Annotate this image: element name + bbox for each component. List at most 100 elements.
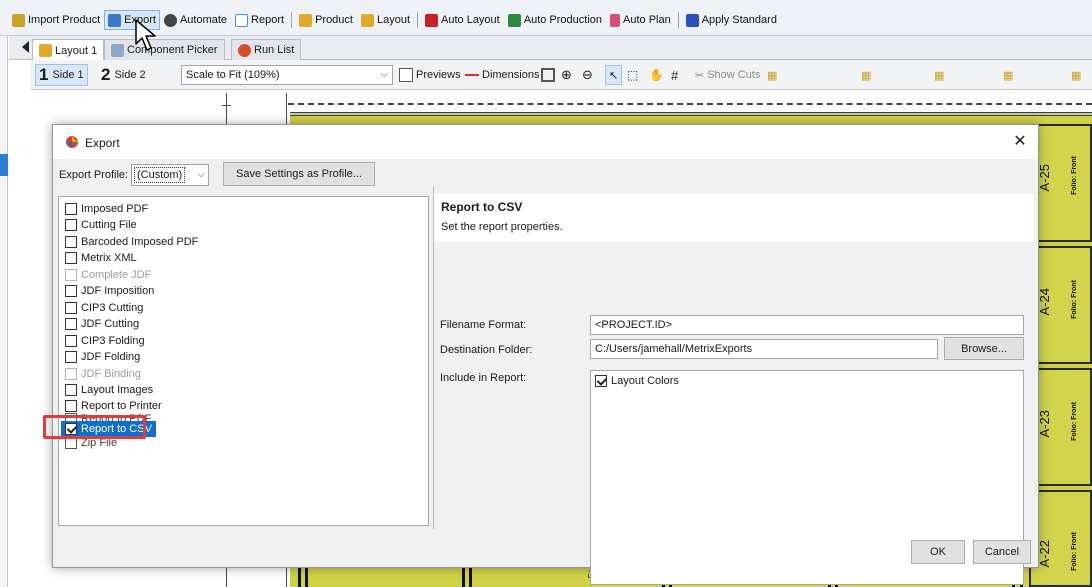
- previews-button[interactable]: Previews: [399, 65, 461, 85]
- align-icon[interactable]: ▦: [861, 65, 871, 85]
- option-metrix-xml[interactable]: Metrix XML: [65, 250, 137, 266]
- option-jdf-folding[interactable]: JDF Folding: [65, 349, 140, 365]
- option-label: CIP3 Cutting: [81, 302, 144, 314]
- product-button[interactable]: Product: [295, 10, 357, 30]
- automate-button[interactable]: Automate: [160, 10, 231, 30]
- align-icon[interactable]: ▦: [767, 65, 777, 85]
- tab-scroll-left-icon[interactable]: [22, 41, 29, 53]
- previews-icon: [399, 68, 413, 82]
- show-cuts-button[interactable]: ✂ Show Cuts: [695, 65, 760, 85]
- option-imposed-pdf[interactable]: Imposed PDF: [65, 201, 148, 217]
- option-label: Complete JDF: [81, 269, 152, 281]
- panel-folio: Folio: Front: [1071, 532, 1078, 571]
- pan-hand-icon[interactable]: ✋: [649, 65, 664, 85]
- select-tool-icon[interactable]: ↖: [605, 65, 623, 85]
- close-icon[interactable]: ✕: [1008, 131, 1032, 153]
- sheet-edge-bar: [469, 568, 472, 587]
- apply-standard-button[interactable]: Apply Standard: [682, 10, 781, 30]
- dimensions-button[interactable]: Dimensions: [465, 65, 539, 85]
- include-layout-colors[interactable]: Layout Colors: [595, 373, 679, 389]
- option-cip3-folding[interactable]: CIP3 Folding: [65, 333, 145, 349]
- option-barcoded-imposed-pdf[interactable]: Barcoded Imposed PDF: [65, 234, 198, 250]
- auto-production-button[interactable]: Auto Production: [504, 10, 606, 30]
- panel-folio: Folio: Front: [1071, 402, 1078, 441]
- checkbox[interactable]: [65, 252, 77, 264]
- browse-button[interactable]: Browse...: [944, 337, 1024, 360]
- checkbox[interactable]: [65, 285, 77, 297]
- toolbar-separator: [417, 12, 419, 28]
- option-cip3-cutting[interactable]: CIP3 Cutting: [65, 300, 143, 316]
- previews-label: Previews: [416, 69, 461, 81]
- destination-folder-input[interactable]: C:/Users/jamehall/MetrixExports: [590, 339, 938, 359]
- export-profile-value: (Custom): [134, 167, 186, 183]
- option-label: Layout Images: [81, 384, 154, 396]
- component-picker-icon: [111, 43, 124, 57]
- report-button[interactable]: Report: [231, 10, 288, 30]
- tab-run-list[interactable]: Run List: [231, 39, 302, 60]
- run-list-icon: [238, 43, 251, 57]
- align-icon[interactable]: ▦: [934, 65, 944, 85]
- ok-button[interactable]: OK: [911, 540, 965, 564]
- properties-description: Set the report properties.: [441, 221, 563, 233]
- tab-layout-1[interactable]: Layout 1: [32, 39, 105, 61]
- side-panel-tab[interactable]: [0, 154, 8, 176]
- checkbox[interactable]: [65, 351, 77, 363]
- sheet-edge-bar: [305, 568, 308, 587]
- checkbox[interactable]: [65, 219, 77, 231]
- zoom-out-icon[interactable]: ⊖: [582, 65, 593, 85]
- side-1-button[interactable]: 1 Side 1: [35, 64, 88, 86]
- export-profile-select[interactable]: (Custom) ⌵: [131, 164, 209, 186]
- sheet-edge-bar: [298, 568, 301, 587]
- checkbox: [65, 269, 77, 281]
- side-2-number: 2: [101, 65, 111, 84]
- fit-page-icon[interactable]: [541, 65, 558, 85]
- checkbox[interactable]: [65, 302, 77, 314]
- align-icon[interactable]: ▦: [1003, 65, 1013, 85]
- properties-panel: Report to CSV Set the report properties.…: [433, 186, 1034, 585]
- cancel-button[interactable]: Cancel: [973, 540, 1031, 564]
- dialog-title: Export: [85, 136, 120, 150]
- scissors-icon: ✂: [695, 69, 705, 82]
- properties-header: Report to CSV Set the report properties.: [434, 194, 1034, 242]
- checkbox[interactable]: [65, 236, 77, 248]
- tab-component-picker[interactable]: Component Picker: [104, 39, 225, 60]
- automate-label: Automate: [179, 14, 228, 26]
- option-jdf-imposition[interactable]: JDF Imposition: [65, 283, 154, 299]
- auto-plan-button[interactable]: Auto Plan: [606, 10, 675, 30]
- zoom-in-icon[interactable]: ⊕: [561, 65, 572, 85]
- apply-standard-label: Apply Standard: [701, 14, 777, 26]
- layout-label: Layout: [376, 14, 411, 26]
- toolbar-separator: [291, 12, 293, 28]
- export-icon: [108, 13, 122, 27]
- option-label: Metrix XML: [81, 252, 137, 264]
- grid-icon[interactable]: #: [671, 65, 678, 85]
- checkbox-checked[interactable]: [595, 375, 607, 387]
- layout-icon: [360, 13, 374, 27]
- zoom-box-icon[interactable]: ⬚: [627, 65, 638, 85]
- checkbox[interactable]: [65, 203, 77, 215]
- option-jdf-cutting[interactable]: JDF Cutting: [65, 316, 139, 332]
- layout-tab-bar: Layout 1 Component Picker Run List: [9, 36, 1092, 61]
- option-cutting-file[interactable]: Cutting File: [65, 217, 137, 233]
- option-layout-images[interactable]: Layout Images: [65, 382, 153, 398]
- export-dialog: Export ✕ Export Profile: (Custom) ⌵ Save…: [43, 124, 1039, 585]
- dialog-titlebar[interactable]: Export ✕: [53, 125, 1038, 159]
- zoom-select[interactable]: Scale to Fit (109%) ⌵: [181, 65, 393, 85]
- checkbox[interactable]: [65, 384, 77, 396]
- include-item-label: Layout Colors: [611, 375, 679, 387]
- layout-button[interactable]: Layout: [357, 10, 414, 30]
- filename-format-input[interactable]: <PROJECT.ID>: [590, 315, 1024, 335]
- checkbox[interactable]: [65, 335, 77, 347]
- checkbox[interactable]: [65, 318, 77, 330]
- import-product-button[interactable]: Import Product: [8, 10, 104, 30]
- save-settings-as-profile-button[interactable]: Save Settings as Profile...: [223, 162, 375, 186]
- side-1-label: Side 1: [52, 69, 84, 81]
- toolbar-separator: [677, 12, 679, 28]
- sheet-border: [288, 103, 1092, 109]
- auto-layout-button[interactable]: Auto Layout: [421, 10, 504, 30]
- side-2-button[interactable]: 2 Side 2: [98, 64, 149, 86]
- align-icon[interactable]: ▦: [1071, 65, 1081, 85]
- option-label: JDF Folding: [81, 351, 141, 363]
- layout-icon: [39, 44, 52, 57]
- apply-standard-icon: [685, 13, 699, 27]
